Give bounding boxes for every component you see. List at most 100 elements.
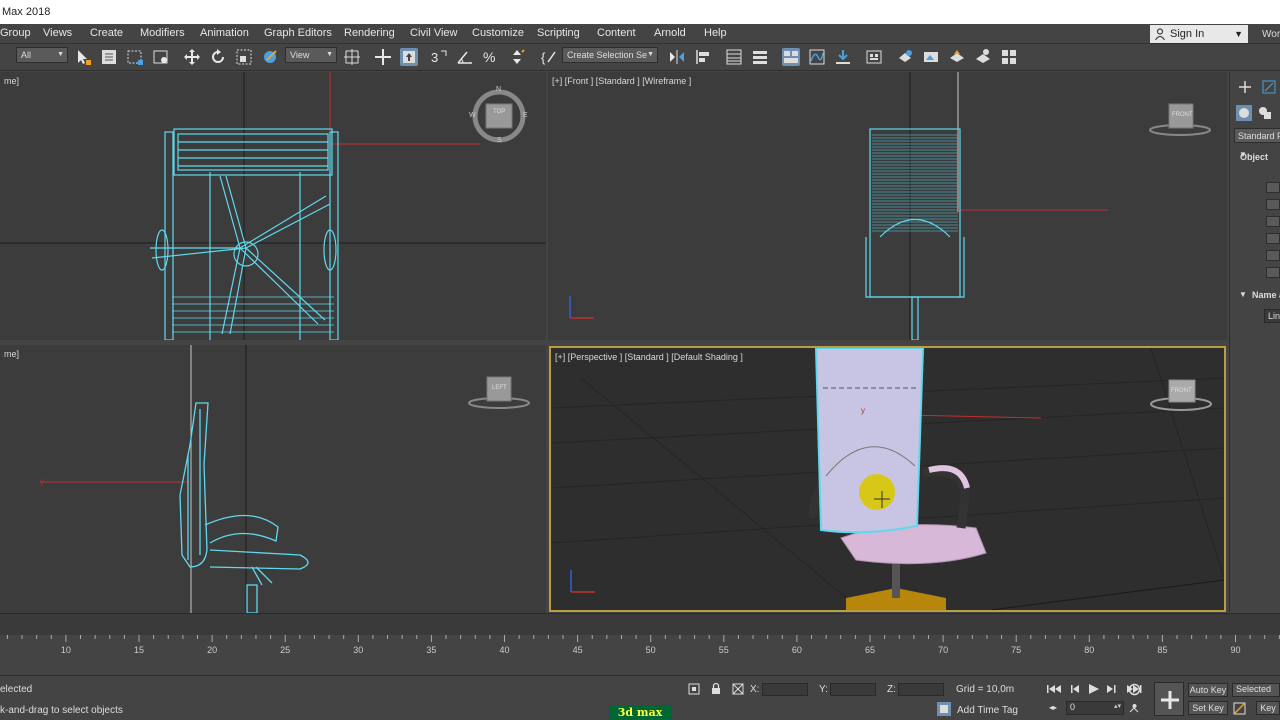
selection-filter-dropdown[interactable]: All ▼ xyxy=(16,47,68,63)
scale-icon[interactable] xyxy=(235,48,253,66)
y-coordinate-field[interactable] xyxy=(830,683,876,696)
viewport-label[interactable]: [+] [Front ] [Standard ] [Wireframe ] xyxy=(552,76,691,86)
track-bar[interactable]: 10 15 20 25 30 35 40 45 50 55 60 65 70 75 80 85 90 xyxy=(0,635,1280,675)
layer-explorer-icon[interactable] xyxy=(751,48,769,66)
object-type-button[interactable] xyxy=(1266,267,1280,278)
menu-views[interactable]: Views xyxy=(43,27,72,39)
rollout-collapse-icon[interactable]: ▼ xyxy=(1239,150,1247,159)
menu-content[interactable]: Content xyxy=(597,27,636,39)
object-type-button[interactable] xyxy=(1266,250,1280,261)
lock-icon[interactable] xyxy=(710,682,722,695)
window-crossing-icon[interactable] xyxy=(152,48,170,66)
menu-arnold[interactable]: Arnold xyxy=(654,27,686,39)
angle-snap-icon[interactable] xyxy=(456,48,474,66)
add-time-tag-button[interactable]: Add Time Tag xyxy=(957,705,1018,716)
percent-snap-icon[interactable]: % xyxy=(482,48,500,66)
rectangular-selection-icon[interactable] xyxy=(126,48,144,66)
next-frame-icon[interactable] xyxy=(1107,685,1116,693)
viewport-label[interactable]: me] xyxy=(4,349,19,359)
select-object-icon[interactable] xyxy=(74,48,92,66)
shapes-category-icon[interactable] xyxy=(1258,106,1272,120)
viewport-perspective[interactable]: [+] [Perspective ] [Standard ] [Default … xyxy=(549,346,1226,612)
menu-help[interactable]: Help xyxy=(704,27,727,39)
viewcube-perspective[interactable] xyxy=(1150,379,1212,411)
viewcube-front[interactable] xyxy=(1149,103,1211,136)
render-production-icon[interactable] xyxy=(948,48,966,66)
edit-named-selection-icon[interactable]: { xyxy=(540,48,558,66)
rendered-frame-window-icon[interactable] xyxy=(922,48,940,66)
object-category-dropdown[interactable]: Standard P xyxy=(1238,131,1280,141)
a360-gallery-icon[interactable] xyxy=(1000,48,1018,66)
scene-explorer-icon[interactable] xyxy=(725,48,743,66)
go-to-start-icon[interactable] xyxy=(1047,685,1061,693)
current-frame-field[interactable]: 0 ▴▾ xyxy=(1066,701,1124,715)
spinner-snap-icon[interactable] xyxy=(508,48,526,66)
viewport-label[interactable]: me] xyxy=(4,76,19,86)
workspace-selector[interactable]: Work xyxy=(1262,29,1280,40)
object-type-button[interactable] xyxy=(1266,199,1280,210)
viewport-top[interactable]: me] TOP N S E W xyxy=(0,72,546,340)
viewport-label[interactable]: [+] [Perspective ] [Standard ] [Default … xyxy=(555,352,743,362)
viewcube-left[interactable] xyxy=(468,376,530,409)
curve-editor-icon[interactable] xyxy=(808,48,826,66)
set-keys-button[interactable] xyxy=(1154,682,1184,716)
select-manipulate-icon[interactable] xyxy=(374,48,392,66)
keyboard-shortcut-override-icon[interactable] xyxy=(400,48,418,66)
absolute-mode-icon[interactable] xyxy=(732,683,744,695)
material-editor-icon[interactable] xyxy=(865,48,883,66)
viewport-left[interactable]: me] LEFT y xyxy=(0,345,546,613)
rotate-icon[interactable] xyxy=(209,48,227,66)
geometry-category-icon[interactable] xyxy=(1236,105,1252,121)
toggle-ribbon-icon[interactable] xyxy=(782,48,800,66)
object-name-field[interactable]: Line xyxy=(1268,311,1280,321)
select-by-name-icon[interactable] xyxy=(100,48,118,66)
render-setup-icon[interactable] xyxy=(896,48,914,66)
rollout-collapse-icon[interactable]: ▼ xyxy=(1239,290,1247,299)
previous-frame-icon[interactable] xyxy=(1071,685,1079,693)
x-coordinate-field[interactable] xyxy=(762,683,808,696)
snaps-toggle-icon[interactable]: 3 xyxy=(430,48,448,66)
viewport-front[interactable]: [+] [Front ] [Standard ] [Wireframe ] FR… xyxy=(548,72,1227,340)
menu-rendering[interactable]: Rendering xyxy=(344,27,395,39)
named-selection-sets-dropdown[interactable]: Create Selection Se ▼ xyxy=(562,47,658,63)
modify-tab-icon[interactable] xyxy=(1262,80,1276,94)
menu-group[interactable]: Group xyxy=(0,27,31,39)
name-and-color-rollout[interactable]: Name a xyxy=(1252,290,1280,300)
selection-set-dropdown[interactable]: Selected xyxy=(1232,683,1280,697)
object-type-button[interactable] xyxy=(1266,182,1280,193)
menu-customize[interactable]: Customize xyxy=(472,27,524,39)
render-in-cloud-icon[interactable] xyxy=(974,48,992,66)
auto-key-button[interactable]: Auto Key xyxy=(1188,683,1228,697)
reference-coordinate-dropdown[interactable]: View ▼ xyxy=(285,47,337,63)
pivot-center-icon[interactable] xyxy=(343,48,361,66)
move-icon[interactable] xyxy=(183,48,201,66)
place-icon[interactable] xyxy=(261,48,279,66)
schematic-view-icon[interactable] xyxy=(834,48,852,66)
align-icon[interactable] xyxy=(694,48,712,66)
time-config-icon[interactable]: ◂▸ xyxy=(1049,703,1057,712)
key-filters-button[interactable]: Key xyxy=(1256,701,1280,715)
spinner-icon[interactable]: ▴▾ xyxy=(1114,702,1121,710)
menu-animation[interactable]: Animation xyxy=(200,27,249,39)
play-icon[interactable] xyxy=(1089,684,1099,694)
create-tab-icon[interactable] xyxy=(1238,80,1252,94)
key-mode-toggle-icon[interactable] xyxy=(1128,702,1141,715)
menu-create[interactable]: Create xyxy=(90,27,123,39)
time-slider[interactable] xyxy=(0,613,1280,635)
mirror-icon[interactable] xyxy=(668,48,686,66)
default-in-out-tangents-icon[interactable] xyxy=(1233,702,1246,715)
object-type-button[interactable] xyxy=(1266,216,1280,227)
z-coordinate-field[interactable] xyxy=(898,683,944,696)
set-key-button[interactable]: Set Key xyxy=(1188,701,1228,715)
selection-filter-value: All xyxy=(21,50,32,60)
menu-graph-editors[interactable]: Graph Editors xyxy=(264,27,332,39)
menu-modifiers[interactable]: Modifiers xyxy=(140,27,185,39)
time-configuration-icon[interactable] xyxy=(1128,683,1141,696)
object-type-button[interactable] xyxy=(1266,233,1280,244)
menu-scripting[interactable]: Scripting xyxy=(537,27,580,39)
sign-in-button[interactable]: Sign In ▼ xyxy=(1150,25,1248,43)
menu-civil-view[interactable]: Civil View xyxy=(410,27,457,39)
viewcube-top[interactable] xyxy=(472,89,526,143)
time-tag-icon[interactable] xyxy=(937,702,951,716)
isolate-selection-icon[interactable] xyxy=(688,683,700,695)
